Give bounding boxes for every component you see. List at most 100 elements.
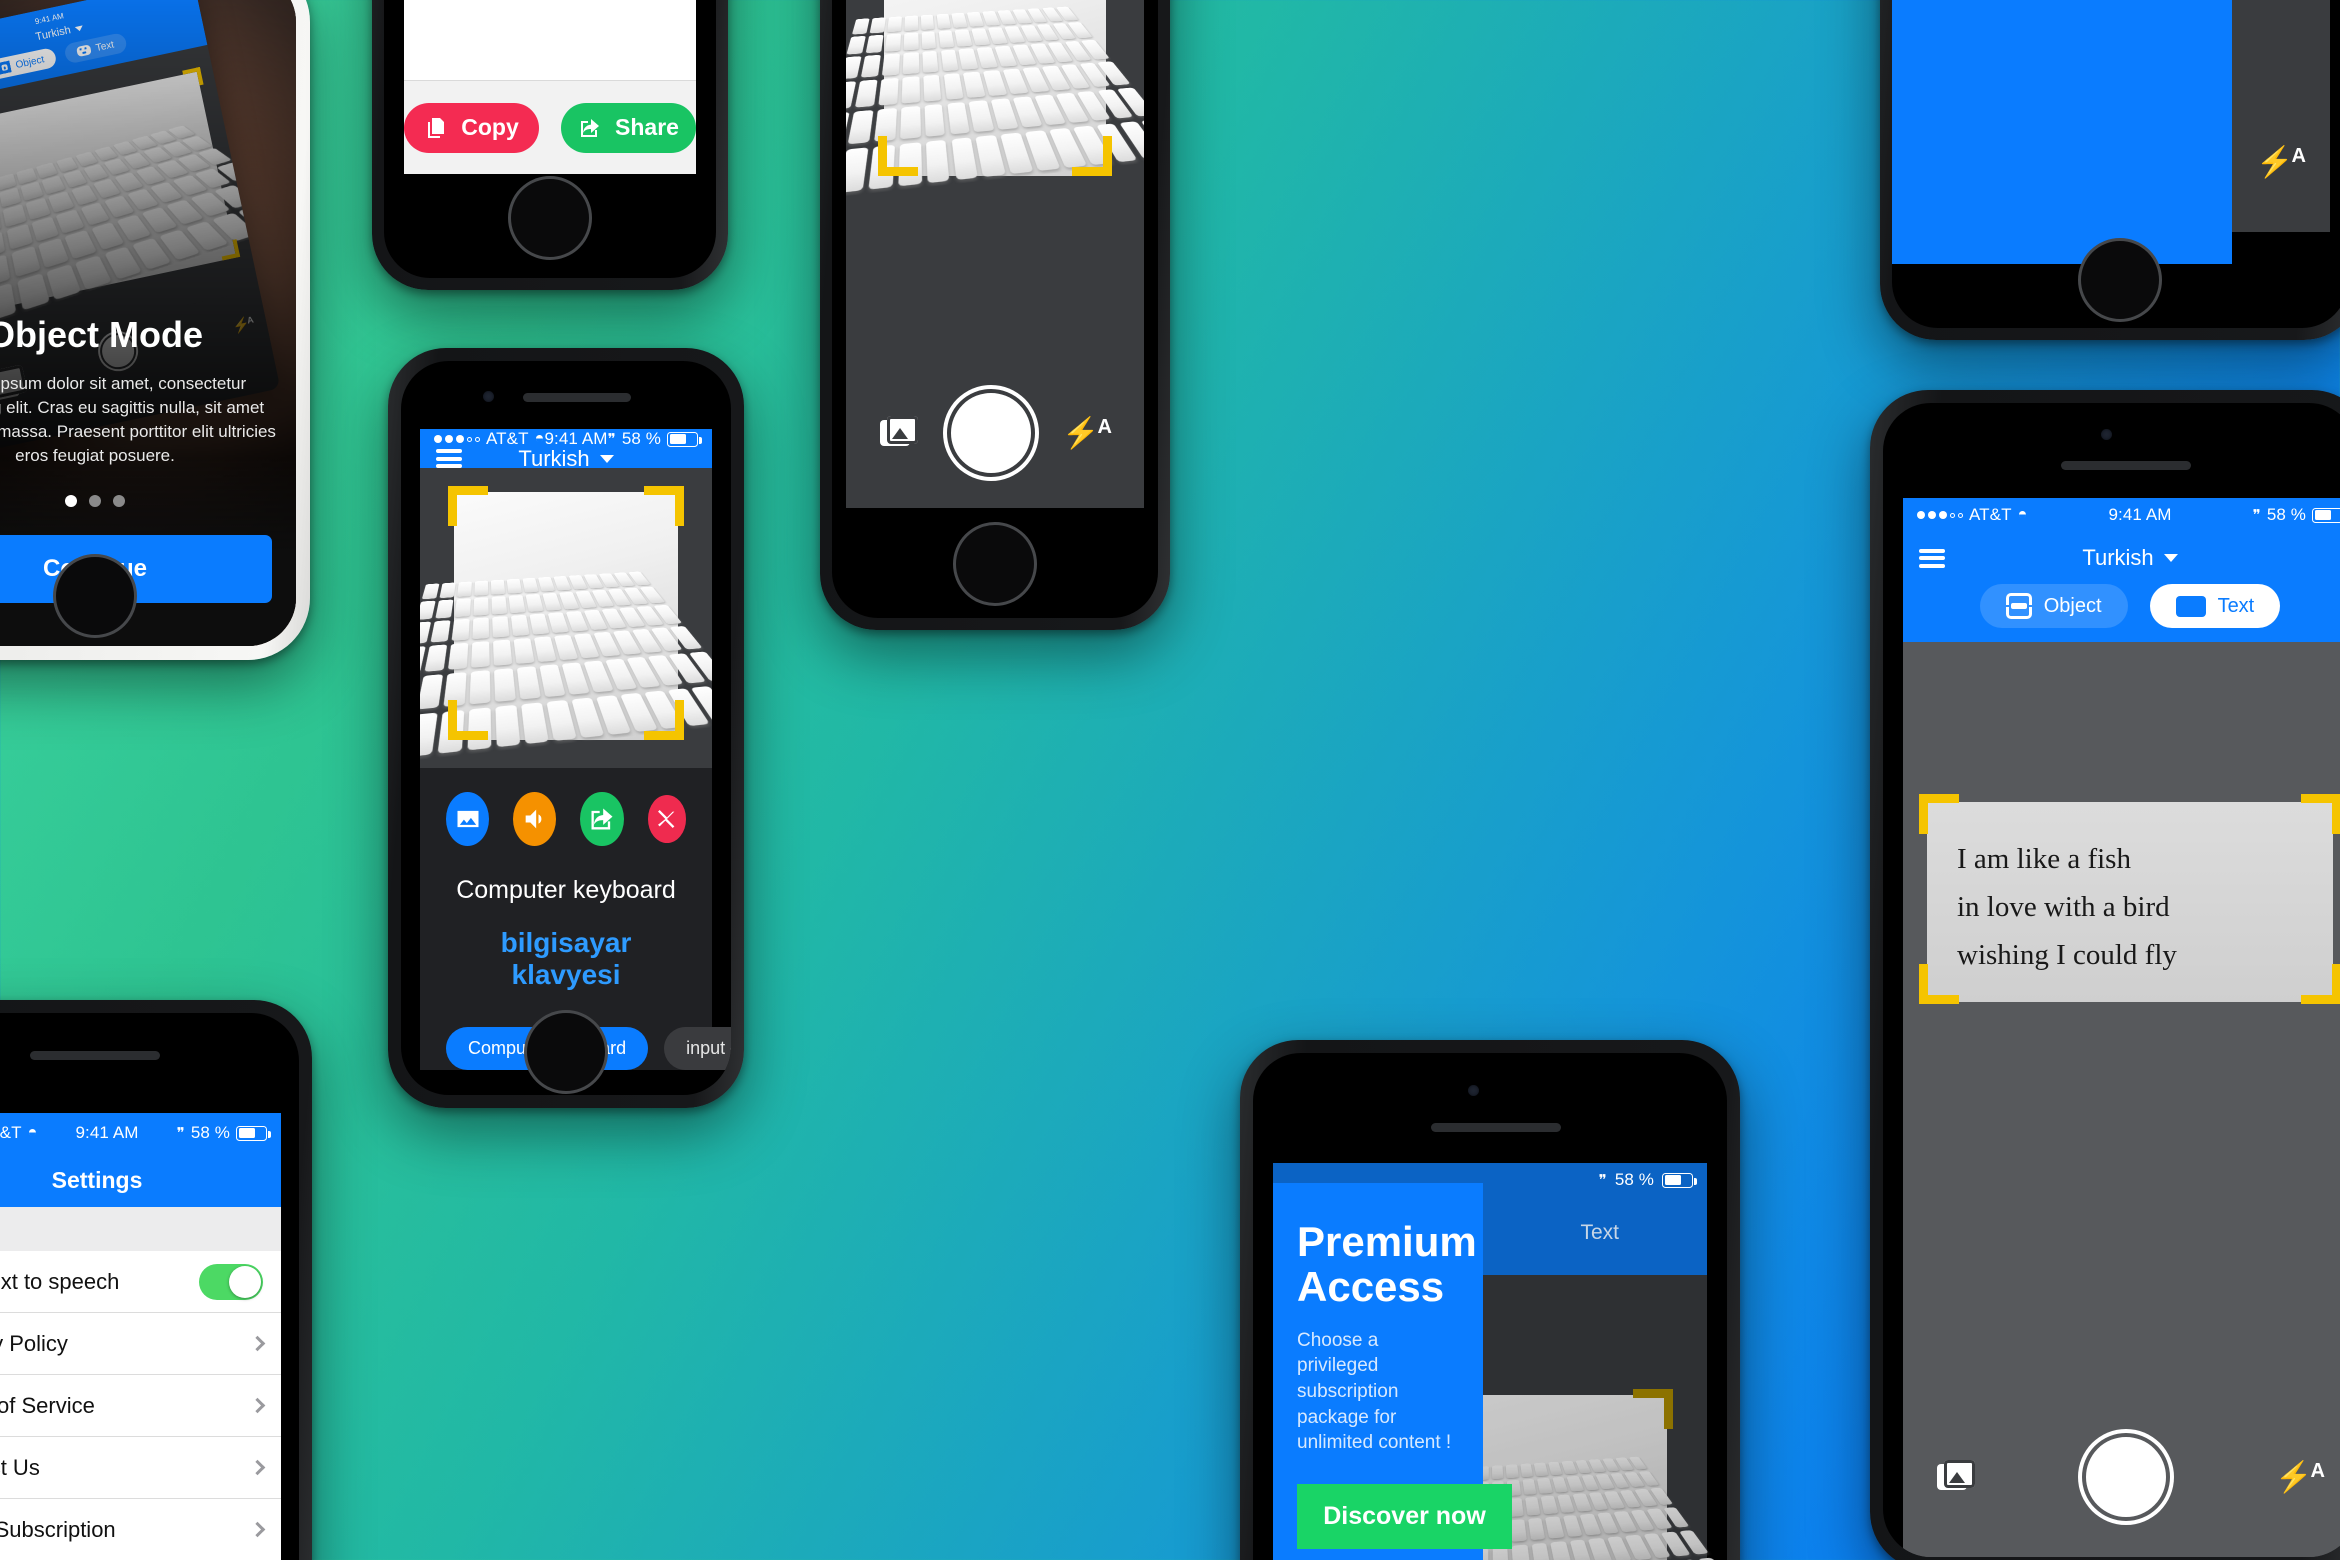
phone-share-sheet: yemeyi sevenim Copy Share bbox=[372, 0, 728, 290]
tab-text-label: Text bbox=[2217, 594, 2255, 617]
premium-bezel: ❞ 58 % Text Premium Access Choose a priv… bbox=[1253, 1053, 1727, 1560]
battery-label: 58 % bbox=[621, 429, 661, 448]
scan-line-3: wishing I could fly bbox=[1957, 938, 2177, 971]
source-text: Computer keyboard bbox=[456, 876, 676, 904]
wifi-icon: ◓ bbox=[2017, 506, 2028, 523]
premium-title: Premium Access bbox=[1297, 1219, 1477, 1311]
scan-line-1: I am like a fish bbox=[1957, 843, 2131, 875]
frame-corner-tr bbox=[2301, 794, 2340, 834]
bluetooth-icon: ❞ bbox=[607, 431, 616, 448]
battery-icon bbox=[235, 1125, 271, 1141]
chip-1[interactable]: input device bbox=[664, 1027, 731, 1070]
share-icon bbox=[581, 118, 600, 137]
hamburger-icon[interactable] bbox=[1919, 548, 1945, 568]
clock-label: 9:41 AM bbox=[2108, 505, 2172, 524]
settings-row-contact-us[interactable]: Contact Us bbox=[0, 1437, 281, 1499]
chevron-right-icon bbox=[249, 1335, 266, 1352]
battery-label: 58 % bbox=[190, 1123, 230, 1142]
carrier-label: AT&T bbox=[486, 429, 529, 448]
phone-settings: AT&T ◓ 9:41 AM ❞ 58 % Back Settings bbox=[0, 1000, 312, 1560]
battery-icon bbox=[1662, 1172, 1697, 1188]
status-bar-left: AT&T ◓ bbox=[1917, 505, 2027, 525]
status-bar: AT&T ◓ 9:41 AM ❞ 58 % bbox=[1903, 498, 2340, 532]
scan-line-2: in love with a bird bbox=[1957, 890, 2170, 923]
frame-corner-bl bbox=[448, 700, 488, 740]
phone-text-mode: AT&T ◓ 9:41 AM ❞ 58 % Turkish Object Tex… bbox=[1870, 390, 2340, 1560]
shutter-button[interactable] bbox=[2082, 1433, 2171, 1521]
flash-auto-icon[interactable]: ⚡A bbox=[2256, 145, 2306, 180]
flash-auto-icon[interactable]: ⚡A bbox=[2275, 1460, 2325, 1495]
frame-corner-tr bbox=[1633, 1389, 1673, 1429]
settings-row-about-subscription[interactable]: About Subscription bbox=[0, 1499, 281, 1560]
page-dot-2[interactable] bbox=[89, 494, 101, 507]
copy-button[interactable]: Copy bbox=[404, 102, 539, 153]
home-button[interactable] bbox=[508, 176, 592, 260]
gallery-action-button[interactable] bbox=[446, 792, 490, 846]
signal-strength-icon bbox=[1917, 511, 1963, 519]
settings-row-auto-tts[interactable]: Auto text to speech bbox=[0, 1251, 281, 1313]
close-action-button[interactable] bbox=[647, 795, 687, 843]
onboarding-bezel: AT&T 9:41 AM 58 % Turkish bbox=[0, 0, 296, 646]
camera-viewfinder[interactable] bbox=[846, 0, 1144, 358]
home-button[interactable] bbox=[53, 554, 137, 638]
wifi-icon: ◓ bbox=[27, 1124, 38, 1141]
phone-premium: ❞ 58 % Text Premium Access Choose a priv… bbox=[1240, 1040, 1740, 1560]
shutter-button[interactable] bbox=[947, 389, 1036, 477]
text-mode-navbar: Turkish bbox=[1903, 532, 2340, 584]
phone-camera-object: Turkish Object Text bbox=[820, 0, 1170, 630]
copy-icon bbox=[428, 117, 445, 138]
frame-corner-br bbox=[2301, 964, 2340, 1004]
home-button[interactable] bbox=[953, 522, 1037, 606]
clock-label: 9:41 AM bbox=[75, 1123, 139, 1142]
side-drawer: Contact Us Share Settings bbox=[1892, 0, 2232, 264]
result-navbar: Turkish bbox=[420, 446, 712, 471]
share-action-button[interactable] bbox=[580, 792, 624, 846]
premium-title-line2: Access bbox=[1297, 1263, 1445, 1311]
chevron-right-icon bbox=[249, 1459, 266, 1476]
premium-subtitle: Choose a privileged subscription package… bbox=[1297, 1329, 1452, 1454]
tab-text[interactable]: Text bbox=[2149, 584, 2281, 628]
carrier-label: AT&T bbox=[1969, 505, 2012, 524]
gallery-icon[interactable] bbox=[880, 416, 920, 450]
auto-tts-toggle[interactable] bbox=[199, 1263, 263, 1300]
battery-icon bbox=[666, 431, 702, 447]
captured-photo-area bbox=[420, 468, 712, 768]
earpiece-speaker bbox=[1431, 1123, 1561, 1132]
share-icon bbox=[591, 808, 613, 830]
hamburger-icon[interactable] bbox=[436, 449, 462, 468]
flash-auto-icon[interactable]: ⚡A bbox=[1062, 416, 1112, 451]
gallery-icon bbox=[457, 810, 479, 828]
page-dot-3[interactable] bbox=[113, 494, 125, 507]
result-bezel: AT&T ◓ 9:41 AM ❞ 58 % Turkish Computer k… bbox=[401, 361, 731, 1095]
page-dot-1[interactable] bbox=[65, 494, 77, 507]
status-bar-right: ❞ 58 % bbox=[176, 1123, 271, 1143]
recognized-text: yemeyi sevenim bbox=[404, 0, 696, 80]
text-mode-bezel: AT&T ◓ 9:41 AM ❞ 58 % Turkish Object Tex… bbox=[1883, 403, 2340, 1557]
chevron-right-icon bbox=[249, 1397, 266, 1414]
language-selector[interactable]: Turkish bbox=[1903, 545, 2340, 571]
settings-row-terms-of-service[interactable]: Terms of Service bbox=[0, 1375, 281, 1437]
home-button[interactable] bbox=[2078, 238, 2162, 322]
clock-label: 9:41 AM bbox=[544, 429, 608, 448]
gallery-icon[interactable] bbox=[1937, 1460, 1977, 1494]
frame-corner-br bbox=[644, 700, 684, 740]
settings-row-label: About Subscription bbox=[0, 1516, 116, 1542]
bluetooth-icon: ❞ bbox=[176, 1125, 185, 1142]
home-button[interactable] bbox=[524, 1010, 608, 1094]
close-icon bbox=[657, 810, 675, 828]
settings-row-label: Privacy Policy bbox=[0, 1330, 68, 1356]
text-viewfinder[interactable]: I am like a fish in love with a bird wis… bbox=[1903, 642, 2340, 1397]
settings-row-privacy-policy[interactable]: Privacy Policy bbox=[0, 1313, 281, 1375]
speak-action-button[interactable] bbox=[513, 792, 557, 846]
onboarding-description: Lorem ipsum dolor sit amet, consectetur … bbox=[0, 374, 276, 466]
discover-now-button[interactable]: Discover now bbox=[1297, 1483, 1512, 1549]
battery-label: 58 % bbox=[2266, 505, 2306, 524]
keyboard-icon bbox=[2175, 595, 2206, 617]
camera-controls: ⚡ A bbox=[846, 358, 1144, 508]
signal-strength-icon bbox=[434, 435, 480, 443]
status-bar-right: ❞ 58 % bbox=[2253, 505, 2340, 525]
settings-bezel: AT&T ◓ 9:41 AM ❞ 58 % Back Settings bbox=[0, 1013, 299, 1560]
object-scan-icon bbox=[2005, 593, 2032, 619]
share-button[interactable]: Share bbox=[561, 102, 696, 153]
tab-object[interactable]: Object bbox=[1979, 584, 2128, 628]
